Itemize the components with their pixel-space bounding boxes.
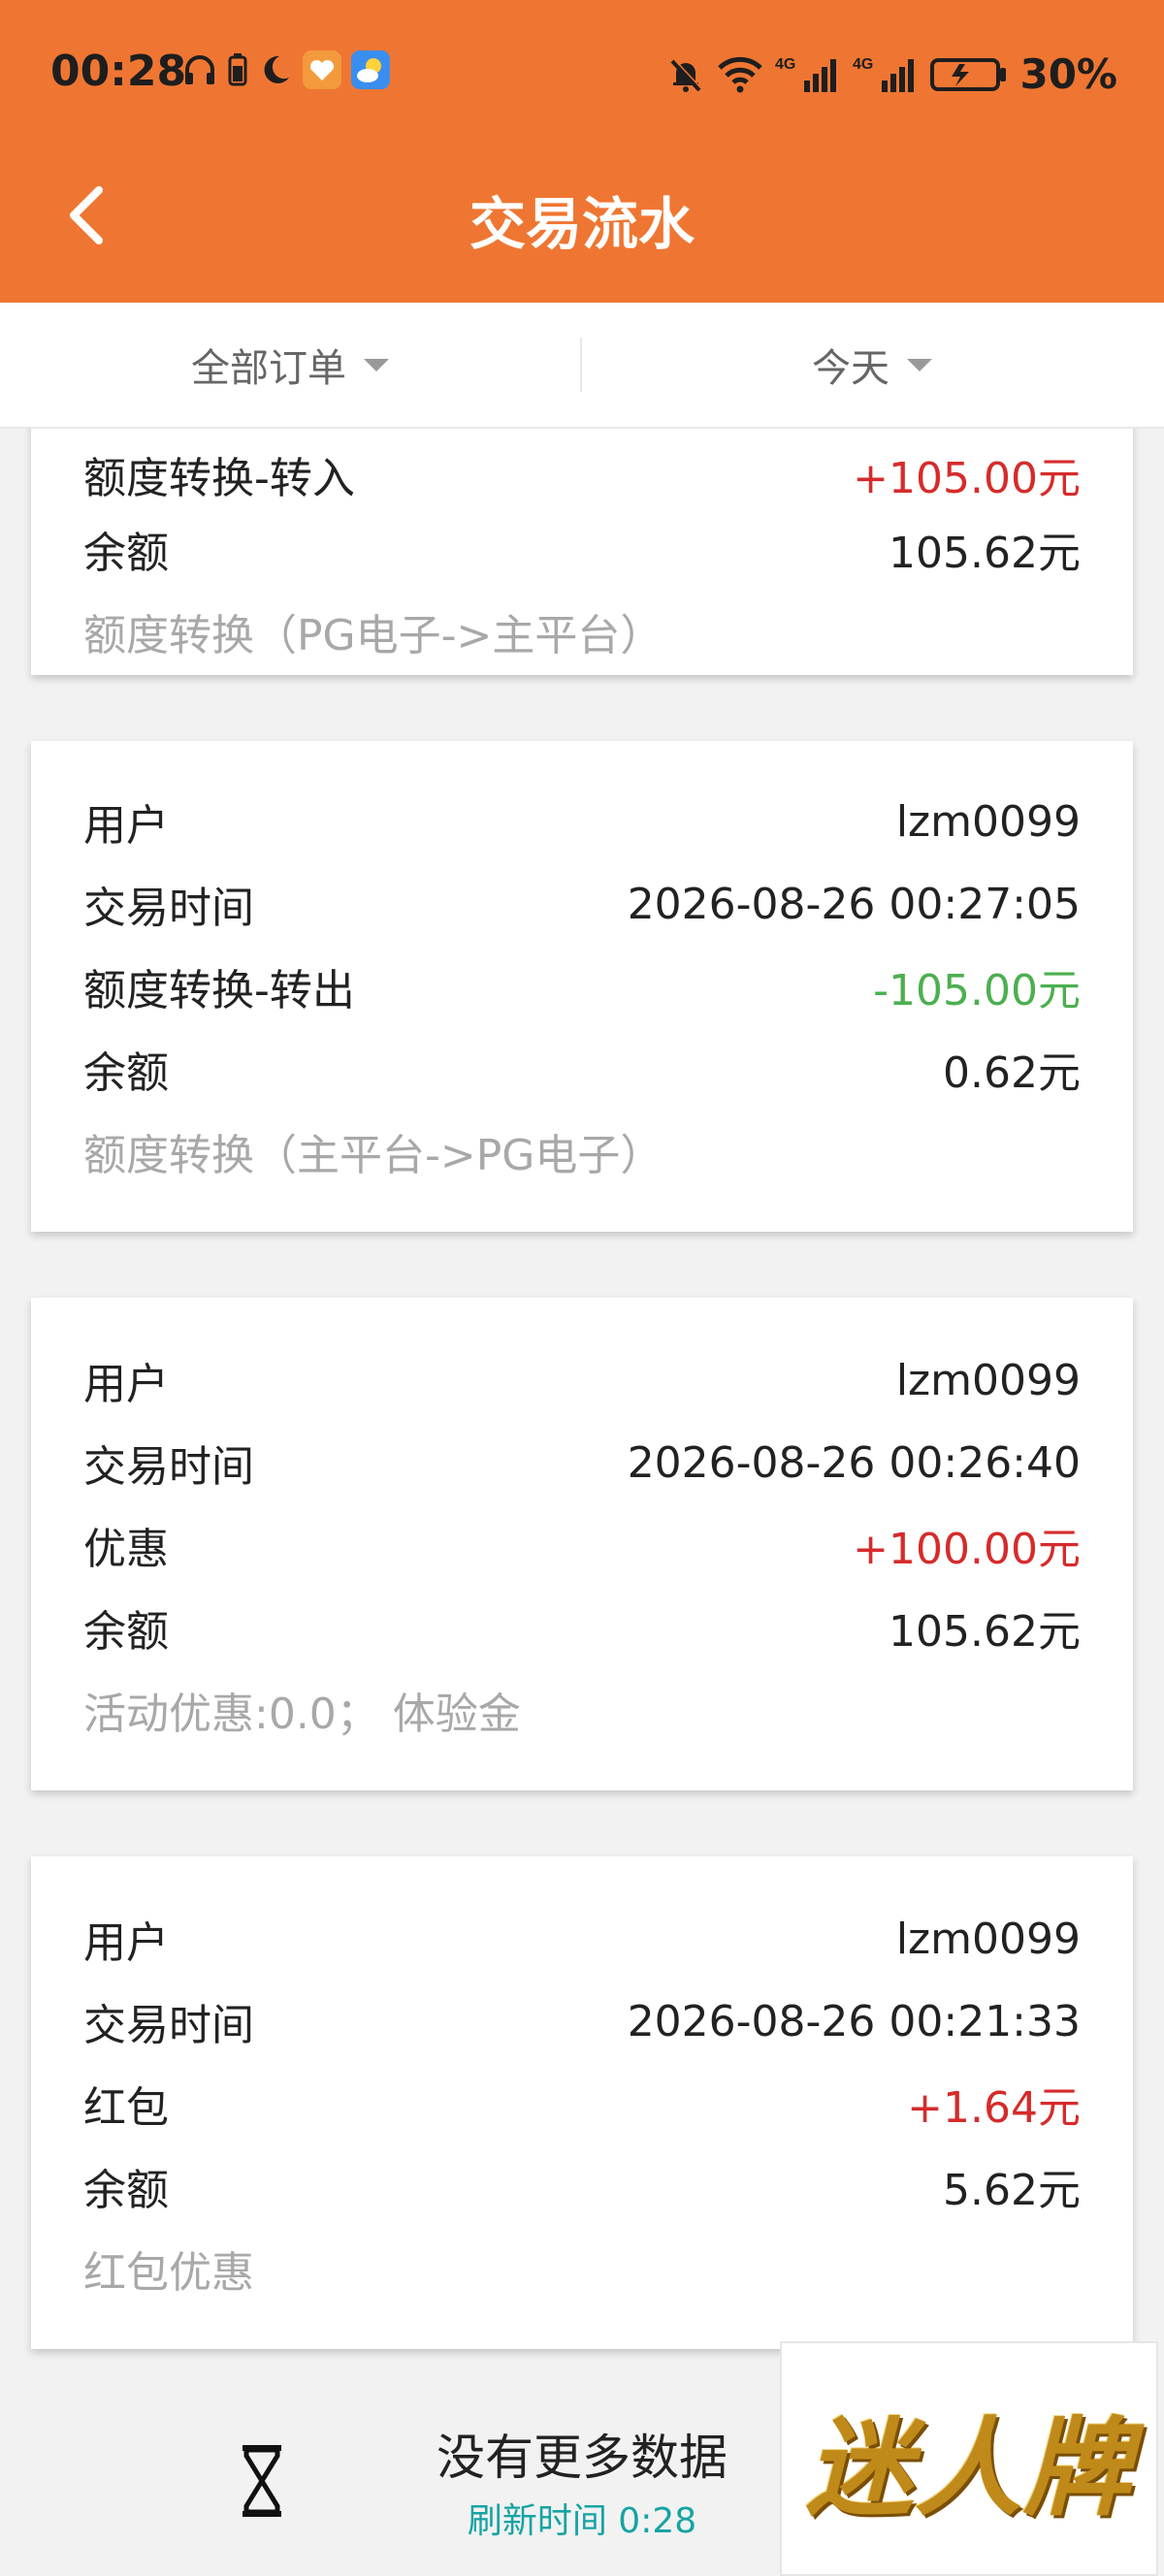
type-row: 优惠 +100.00元: [83, 1511, 1081, 1579]
type-label: 额度转换-转入: [83, 454, 355, 503]
type-row: 额度转换-转入 +105.00元: [83, 440, 1081, 508]
svg-text:4G: 4G: [775, 56, 795, 73]
battery-icon: [930, 55, 1008, 94]
transaction-card: 用户 lzm0099 交易时间 2026-08-26 00:21:33 红包 +…: [31, 1856, 1133, 2349]
type-row: 额度转换-转出 -105.00元: [83, 952, 1081, 1020]
transaction-card: 用户 lzm0099 交易时间 2026-08-26 00:27:05 额度转换…: [31, 741, 1133, 1232]
filter-bar: 全部订单 今天: [0, 303, 1164, 429]
floating-logo-badge[interactable]: 迷人牌: [780, 2341, 1158, 2576]
user-value: lzm0099: [895, 796, 1081, 847]
heart-app-icon: [303, 50, 341, 89]
time-row: 交易时间 2026-08-26 00:27:05: [83, 870, 1081, 938]
headphones-icon: [182, 52, 217, 87]
transaction-note: 红包优惠: [83, 2248, 254, 2298]
mute-bell-icon: [666, 55, 705, 94]
user-label: 用户: [83, 1918, 169, 1968]
app-header: 00:28 4G 4G 30% 交易流水: [0, 0, 1164, 303]
balance-label: 余额: [83, 1607, 169, 1657]
user-label: 用户: [83, 1360, 169, 1409]
svg-text:4G: 4G: [853, 56, 873, 73]
transaction-card: 额度转换-转入 +105.00元 余额 105.62元 额度转换（PG电子->主…: [31, 427, 1133, 675]
time-label: 交易时间: [83, 884, 254, 933]
balance-value: 105.62元: [889, 1607, 1081, 1657]
time-value: 2026-08-26 00:27:05: [627, 879, 1081, 929]
order-type-filter[interactable]: 全部订单: [0, 303, 580, 427]
balance-row: 余额 0.62元: [83, 1035, 1081, 1103]
time-row: 交易时间 2026-08-26 00:26:40: [83, 1429, 1081, 1497]
battery-percentage: 30%: [1019, 50, 1117, 98]
order-type-filter-label: 全部订单: [191, 346, 346, 391]
type-row: 红包 +1.64元: [83, 2070, 1081, 2138]
amount-value: +105.00元: [853, 454, 1081, 503]
time-row: 交易时间 2026-08-26 00:21:33: [83, 1987, 1081, 2055]
status-icons-right: 4G 4G 30%: [666, 50, 1117, 98]
signal-icon: 4G: [775, 55, 841, 94]
date-range-filter-label: 今天: [812, 346, 889, 391]
status-time: 00:28: [50, 47, 187, 96]
amount-value: -105.00元: [873, 966, 1081, 1015]
weather-app-icon: [351, 50, 390, 89]
amount-value: +100.00元: [853, 1525, 1081, 1574]
balance-value: 105.62元: [889, 529, 1081, 578]
time-label: 交易时间: [83, 1442, 254, 1492]
amount-value: +1.64元: [907, 2083, 1081, 2133]
transaction-card: 用户 lzm0099 交易时间 2026-08-26 00:26:40 优惠 +…: [31, 1298, 1133, 1790]
time-value: 2026-08-26 00:26:40: [627, 1437, 1081, 1488]
moon-icon: [258, 52, 293, 87]
transaction-note: 额度转换（主平台->PG电子）: [83, 1131, 663, 1180]
transaction-note: 额度转换（PG电子->主平台）: [83, 611, 663, 660]
status-icons-left: [182, 50, 390, 89]
type-label: 优惠: [83, 1525, 169, 1574]
user-row: 用户 lzm0099: [83, 1905, 1081, 1973]
balance-label: 余额: [83, 2166, 169, 2215]
user-value: lzm0099: [895, 1355, 1081, 1405]
balance-row: 余额 105.62元: [83, 1594, 1081, 1661]
status-bar: 00:28 4G 4G 30%: [0, 0, 1164, 147]
time-value: 2026-08-26 00:21:33: [627, 1996, 1081, 2046]
balance-value: 5.62元: [943, 2166, 1081, 2215]
user-value: lzm0099: [895, 1914, 1081, 1964]
user-label: 用户: [83, 801, 169, 851]
balance-row: 余额 105.62元: [83, 515, 1081, 583]
logo-text: 迷人牌: [806, 2405, 1132, 2530]
type-label: 红包: [83, 2083, 169, 2133]
page-title: 交易流水: [469, 191, 695, 257]
date-range-filter[interactable]: 今天: [582, 303, 1162, 427]
time-label: 交易时间: [83, 2001, 254, 2050]
user-row: 用户 lzm0099: [83, 1346, 1081, 1414]
caret-down-icon: [907, 358, 932, 371]
balance-label: 余额: [83, 1048, 169, 1098]
transaction-list[interactable]: 额度转换-转入 +105.00元 余额 105.62元 额度转换（PG电子->主…: [0, 427, 1164, 2572]
caret-down-icon: [364, 358, 389, 371]
type-label: 额度转换-转出: [83, 966, 355, 1015]
balance-label: 余额: [83, 529, 169, 578]
signal-icon: 4G: [853, 55, 919, 94]
user-row: 用户 lzm0099: [83, 788, 1081, 855]
balance-row: 余额 5.62元: [83, 2152, 1081, 2220]
wifi-icon: [717, 55, 763, 94]
balance-value: 0.62元: [943, 1048, 1081, 1098]
battery-small-icon: [227, 52, 248, 87]
transaction-note: 活动优惠:0.0； 体验金: [83, 1690, 521, 1739]
